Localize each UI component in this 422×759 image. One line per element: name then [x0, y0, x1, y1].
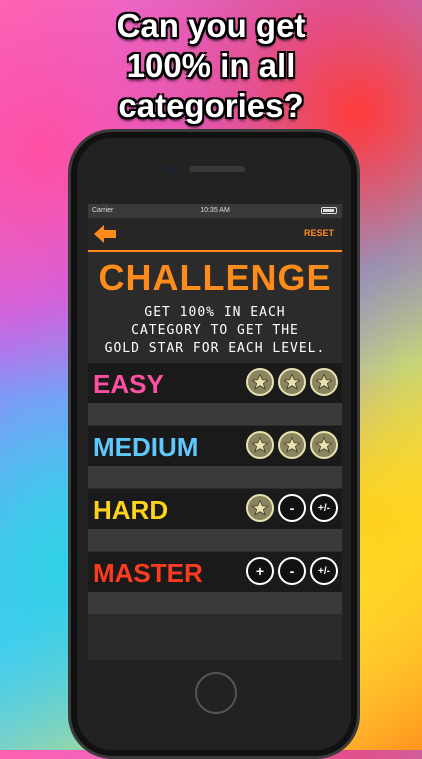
level-label: HARD: [93, 495, 169, 525]
back-arrow-icon[interactable]: [94, 225, 116, 243]
row-spacer: [88, 529, 342, 551]
reset-button[interactable]: RESET: [304, 228, 334, 238]
level-badges: [246, 431, 338, 459]
earpiece: [189, 166, 245, 172]
nav-bar: RESET: [88, 218, 342, 252]
minus-badge-icon: -: [278, 494, 306, 522]
star-badge-icon: [278, 431, 306, 459]
row-spacer: [88, 403, 342, 425]
battery-icon: [321, 207, 337, 214]
headline-line-1: Can you get: [116, 7, 306, 44]
level-badges: - +/-: [246, 494, 338, 522]
clock: 10:35 AM: [200, 207, 230, 214]
level-row-easy[interactable]: EASY: [88, 363, 342, 403]
row-spacer: [88, 592, 342, 614]
front-camera: [167, 165, 175, 173]
level-row-hard[interactable]: HARD - +/-: [88, 489, 342, 529]
star-badge-icon: [246, 368, 274, 396]
challenge-description: GET 100% IN EACH CATEGORY TO GET THE GOL…: [98, 304, 332, 358]
description-line-1: GET 100% IN EACH: [144, 305, 286, 320]
minus-badge-icon: -: [278, 557, 306, 585]
phone-frame: Carrier 10:35 AM RESET CHALLENGE GET 100…: [68, 129, 360, 759]
star-badge-icon: [278, 368, 306, 396]
level-label: EASY: [93, 369, 164, 399]
headline-line-3: categories?: [118, 87, 304, 124]
plus-badge-icon: +: [246, 557, 274, 585]
level-row-master[interactable]: MASTER + - +/-: [88, 552, 342, 592]
description-line-3: GOLD STAR FOR EACH LEVEL.: [104, 341, 326, 356]
description-line-2: CATEGORY TO GET THE: [131, 323, 299, 338]
status-bar: Carrier 10:35 AM: [88, 204, 342, 218]
star-badge-icon: [246, 494, 274, 522]
star-badge-icon: [310, 431, 338, 459]
app-screen: Carrier 10:35 AM RESET CHALLENGE GET 100…: [88, 204, 342, 660]
star-badge-icon: [246, 431, 274, 459]
level-badges: [246, 368, 338, 396]
star-badge-icon: [310, 368, 338, 396]
row-spacer: [88, 466, 342, 488]
level-label: MEDIUM: [93, 432, 199, 462]
level-label: MASTER: [93, 558, 203, 588]
level-row-medium[interactable]: MEDIUM: [88, 426, 342, 466]
plus-minus-badge-icon: +/-: [310, 557, 338, 585]
page-title: CHALLENGE: [98, 257, 332, 298]
headline-line-2: 100% in all: [126, 47, 296, 84]
plus-minus-badge-icon: +/-: [310, 494, 338, 522]
home-button[interactable]: [195, 672, 237, 714]
level-badges: + - +/-: [246, 557, 338, 585]
promo-headline: Can you get 100% in all categories?: [0, 6, 422, 126]
